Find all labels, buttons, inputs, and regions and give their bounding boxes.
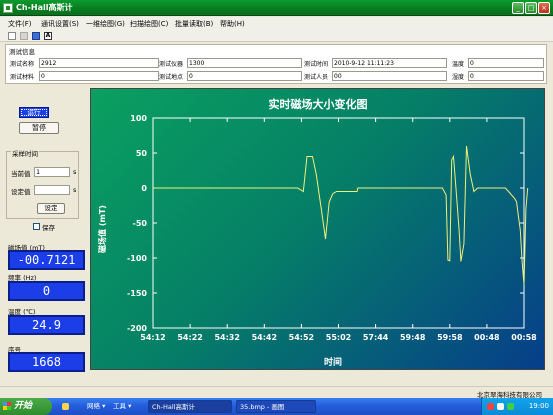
frequency-readout: 0 — [8, 281, 85, 301]
humidity-field[interactable]: 0 — [468, 71, 544, 81]
status-separator — [0, 386, 553, 387]
tray-volume-icon[interactable] — [487, 403, 494, 410]
y-tick-label: 100 — [130, 114, 147, 123]
x-tick-label: 59:58 — [437, 333, 463, 342]
test-time-label: 测试时间 — [304, 61, 329, 68]
sampling-time-group: 采样时间 当前值 1 s 设定值 s 设定 — [6, 148, 79, 219]
pause-button[interactable]: 暂停 — [19, 122, 59, 134]
chart-y-axis-label: 磁场值 (mT) — [97, 205, 107, 253]
x-tick-label: 00:48 — [474, 333, 500, 342]
x-tick-label: 54:22 — [177, 333, 202, 342]
x-tick-label: 59:48 — [400, 333, 426, 342]
close-button[interactable]: × — [538, 2, 550, 14]
taskbar-app-hall[interactable]: Ch-Hall高斯计 — [148, 400, 232, 413]
set-value-label: 设定值 — [11, 188, 31, 196]
sampling-time-title: 采样时间 — [11, 148, 39, 158]
y-tick-label: 50 — [136, 149, 148, 158]
save-label: 保存 — [42, 224, 55, 232]
back-icon[interactable] — [20, 32, 28, 40]
system-tray: 19:00 — [481, 398, 553, 415]
menu-file[interactable]: 文件(F) — [8, 19, 32, 29]
test-location-label: 测试地点 — [159, 74, 184, 81]
x-tick-label: 54:52 — [289, 333, 314, 342]
quicklaunch-folder-icon[interactable] — [62, 403, 69, 410]
set-unit-label: s — [73, 186, 77, 194]
chart-x-axis-label: 时间 — [324, 356, 342, 368]
tray-network-icon[interactable] — [497, 403, 504, 410]
test-instrument-label: 测试仪器 — [159, 61, 184, 68]
plot-frame — [152, 117, 525, 329]
start-button[interactable]: 开始 — [0, 398, 52, 415]
x-tick-label: 57:44 — [363, 333, 389, 342]
toolbar: A — [0, 30, 553, 42]
temperature-label: 温度 — [452, 61, 465, 68]
run-button[interactable]: 运行 — [19, 107, 49, 118]
test-name-label: 测试名称 — [10, 61, 35, 68]
menu-bar: 文件(F) 通讯设置(S) 一维绘图(G) 扫描绘图(C) 批量读取(B) 帮助… — [0, 17, 553, 30]
y-tick-label: -100 — [127, 254, 147, 263]
save-icon[interactable] — [32, 32, 40, 40]
menu-1d-plot[interactable]: 一维绘图(G) — [86, 19, 125, 29]
test-info-group: 测试信息 测试名称 2912 测试仪器 1300 测试时间 2010-9-12 … — [5, 44, 547, 84]
chart-svg: 实时磁场大小变化图 时间 磁场值 (mT) 100 50 0 -50 -100 -150 -… — [97, 97, 537, 368]
taskbar-paint[interactable]: 35.bmp - 画图 — [236, 400, 316, 413]
temperature-field[interactable]: 0 — [468, 58, 544, 68]
series-line-0 — [153, 145, 529, 285]
menu-help[interactable]: 帮助(H) — [220, 19, 245, 29]
title-bar: Ch-Hall高斯计 _ □ × — [0, 0, 553, 16]
save-checkbox[interactable] — [33, 223, 40, 230]
test-material-label: 测试材料 — [10, 74, 35, 81]
sequence-readout: 1668 — [8, 352, 85, 372]
test-instrument-field[interactable]: 1300 — [187, 58, 302, 68]
test-time-field[interactable]: 2010-9-12 11:11:23 — [332, 58, 447, 68]
realtime-chart: 实时磁场大小变化图 时间 磁场值 (mT) 100 50 0 -50 -100 -150 -… — [90, 88, 545, 370]
menu-batch-read[interactable]: 批量读取(B) — [175, 19, 213, 29]
taskbar-tools[interactable]: 工具 ▾ — [110, 400, 131, 413]
test-name-field[interactable]: 2912 — [39, 58, 159, 68]
new-file-icon[interactable] — [8, 32, 16, 40]
test-location-field[interactable]: 0 — [187, 71, 302, 81]
current-value-field: 1 — [34, 167, 70, 177]
x-tick-label: 54:42 — [252, 333, 277, 342]
menu-scan-plot[interactable]: 扫描绘图(C) — [130, 19, 168, 29]
y-tick-label: -50 — [133, 219, 148, 228]
temperature-readout: 24.9 — [8, 315, 85, 335]
font-icon[interactable]: A — [44, 32, 52, 40]
minimize-button[interactable]: _ — [512, 2, 524, 14]
y-tick-label: -150 — [127, 289, 147, 298]
field-value-readout: -00.7121 — [8, 250, 85, 270]
chart-title: 实时磁场大小变化图 — [269, 97, 368, 111]
test-material-field[interactable]: 0 — [39, 71, 159, 81]
tester-field[interactable]: 00 — [332, 71, 447, 81]
x-tick-label: 00:58 — [511, 333, 537, 342]
set-value-input[interactable] — [34, 185, 70, 195]
window-title: Ch-Hall高斯计 — [16, 3, 73, 12]
taskbar: 开始 网络 ▾ 工具 ▾ Ch-Hall高斯计 35.bmp - 画图 19:0… — [0, 398, 553, 415]
x-tick-label: 55:02 — [326, 333, 351, 342]
menu-comm-settings[interactable]: 通讯设置(S) — [41, 19, 79, 29]
x-tick-label: 54:12 — [140, 333, 165, 342]
current-value-label: 当前值 — [11, 170, 31, 178]
humidity-label: 湿度 — [452, 74, 465, 81]
maximize-button[interactable]: □ — [525, 2, 537, 14]
clock: 19:00 — [528, 402, 549, 410]
app-icon — [3, 3, 13, 13]
y-tick-label: -200 — [127, 324, 147, 333]
test-info-title: 测试信息 — [9, 48, 35, 56]
set-button[interactable]: 设定 — [37, 203, 65, 214]
y-tick-label: 0 — [141, 184, 147, 193]
taskbar-network[interactable]: 网络 ▾ — [84, 400, 105, 413]
x-tick-label: 54:32 — [214, 333, 239, 342]
current-unit-label: s — [73, 168, 77, 176]
tester-label: 测试人员 — [304, 74, 329, 81]
tray-security-icon[interactable] — [507, 403, 514, 410]
